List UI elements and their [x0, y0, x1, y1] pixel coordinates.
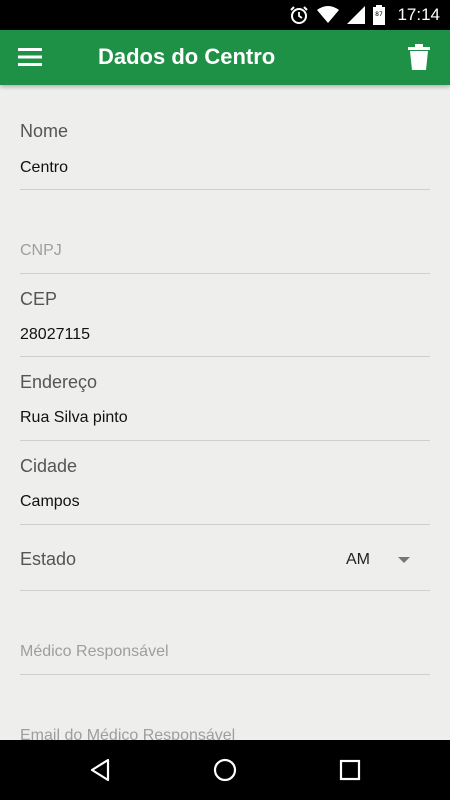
battery-icon: 87 [373, 5, 386, 25]
nome-field[interactable]: Nome Centro [20, 85, 430, 190]
navigation-bar [0, 740, 450, 800]
cep-label: CEP [20, 289, 58, 309]
endereco-value[interactable]: Rua Silva pinto [20, 409, 128, 427]
medico-placeholder[interactable]: Médico Responsável [20, 643, 169, 661]
cidade-label: Cidade [20, 456, 78, 476]
estado-select[interactable]: AM [290, 535, 430, 580]
chevron-down-icon [398, 557, 410, 563]
estado-label: Estado [20, 549, 77, 569]
cidade-value[interactable]: Campos [20, 493, 80, 511]
cep-field[interactable]: CEP 28027115 [20, 274, 430, 357]
cep-value[interactable]: 28027115 [20, 326, 90, 344]
medico-field[interactable]: Médico Responsável [20, 591, 430, 675]
app-bar: Dados do Centro [0, 30, 450, 85]
nome-value[interactable]: Centro [20, 159, 68, 177]
trash-icon[interactable] [408, 44, 430, 70]
cnpj-placeholder[interactable]: CNPJ [20, 242, 62, 260]
cnpj-field[interactable]: CNPJ [20, 190, 430, 274]
estado-selected-value: AM [346, 551, 370, 568]
alarm-icon [290, 6, 309, 24]
endereco-field[interactable]: Endereço Rua Silva pinto [20, 357, 430, 441]
center-form: Nome Centro CNPJ CEP 28027115 Endereço R… [20, 85, 430, 740]
nome-label: Nome [20, 121, 69, 141]
cidade-field[interactable]: Cidade Campos [20, 441, 430, 525]
recents-icon[interactable] [338, 758, 362, 782]
back-icon[interactable] [88, 758, 112, 782]
status-bar: 87 17:14 [0, 0, 450, 30]
email-medico-field[interactable]: Email do Médico Responsável [20, 675, 430, 740]
status-icons: 87 17:14 [289, 0, 450, 30]
endereco-label: Endereço [20, 372, 98, 392]
menu-icon[interactable] [18, 46, 42, 68]
wifi-icon [317, 6, 340, 23]
home-icon[interactable] [213, 758, 237, 782]
signal-icon [347, 6, 366, 24]
email-medico-placeholder[interactable]: Email do Médico Responsável [20, 727, 235, 740]
status-time: 17:14 [397, 5, 440, 24]
battery-level: 87 [376, 11, 384, 18]
estado-field: Estado AM [20, 525, 430, 591]
page-title: Dados do Centro [98, 44, 276, 69]
